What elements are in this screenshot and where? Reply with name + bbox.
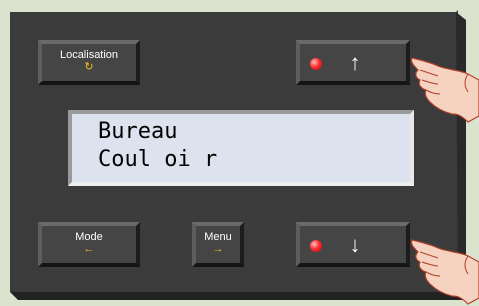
localisation-button[interactable]: Localisation ↻ <box>38 40 140 85</box>
red-led-icon <box>310 58 322 70</box>
red-led-icon <box>310 240 322 252</box>
arrow-down-icon: ↓ <box>349 232 361 257</box>
lcd-display: Bureau Coul oi r <box>68 110 414 186</box>
arrow-right-icon: → <box>212 243 224 255</box>
arrow-left-icon: ← <box>83 243 95 255</box>
display-line-1: Bureau <box>98 119 178 144</box>
down-button[interactable]: ↓ <box>296 222 410 267</box>
mode-button[interactable]: Mode ← <box>38 222 140 267</box>
refresh-icon: ↻ <box>84 61 94 73</box>
pointing-hand-icon <box>410 57 479 123</box>
display-line-2: Coul oi r <box>98 147 218 172</box>
up-button[interactable]: ↑ <box>296 40 410 85</box>
menu-button[interactable]: Menu → <box>192 222 244 267</box>
pointing-hand-icon <box>410 239 479 305</box>
arrow-up-icon: ↑ <box>349 50 361 75</box>
